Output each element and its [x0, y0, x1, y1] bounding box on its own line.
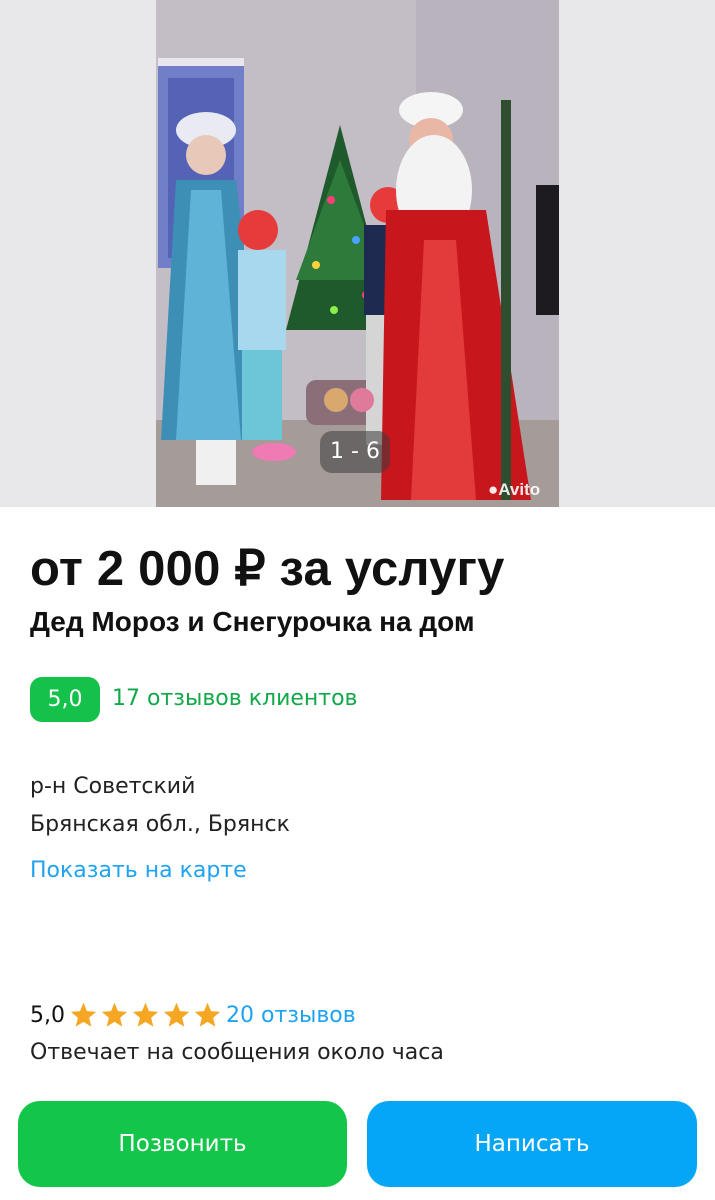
star-rating — [69, 1001, 224, 1029]
price: от 2 000 ₽ за услугу — [30, 542, 505, 596]
call-button[interactable]: Позвонить — [18, 1101, 347, 1187]
photo-counter: 1 - 6 — [320, 431, 390, 473]
rating-badge: 5,0 — [30, 677, 100, 722]
write-button[interactable]: Написать — [367, 1101, 697, 1187]
listing-title: Дед Мороз и Снегурочка на дом — [30, 606, 475, 637]
seller-rating[interactable]: 5,0 20 отзывов — [30, 1000, 356, 1030]
show-on-map-link[interactable]: Показать на карте — [30, 858, 247, 883]
address-city: Брянская обл., Брянск — [30, 812, 290, 837]
avito-watermark: ●Avito — [488, 480, 540, 500]
star-icon — [132, 1002, 159, 1027]
star-icon — [163, 1002, 190, 1027]
avito-logo-icon: ● — [488, 480, 499, 499]
client-reviews-link[interactable]: 17 отзывов клиентов — [112, 686, 358, 711]
response-time: Отвечает на сообщения около часа — [30, 1040, 444, 1065]
address-district: р-н Советский — [30, 774, 196, 799]
watermark-text: Avito — [498, 480, 541, 499]
star-icon — [101, 1002, 128, 1027]
star-icon — [70, 1002, 97, 1027]
photo-gallery[interactable]: 1 - 6 ●Avito — [0, 0, 715, 507]
star-icon — [194, 1002, 221, 1027]
seller-score: 5,0 — [30, 1002, 65, 1028]
seller-reviews-link[interactable]: 20 отзывов — [226, 1003, 356, 1028]
